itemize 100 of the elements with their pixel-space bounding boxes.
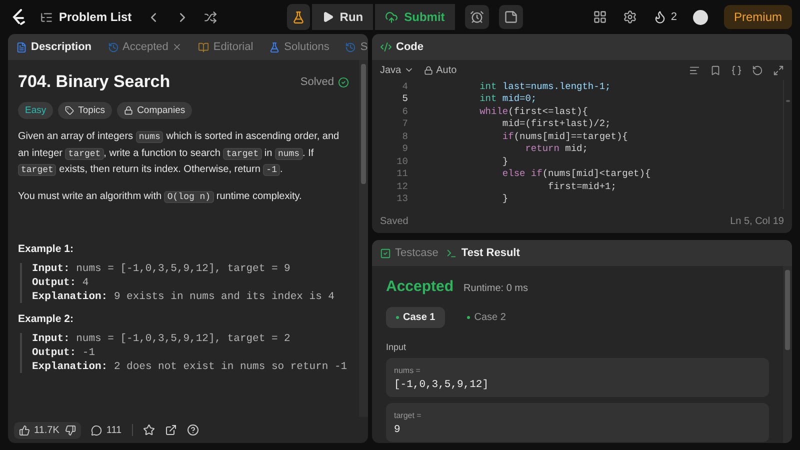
problem-list-link[interactable]: Problem List: [59, 10, 132, 24]
input-name: target =: [394, 411, 422, 420]
tab-icon: [16, 42, 27, 52]
code-line: int mid=0;: [478, 93, 537, 104]
example-title: Example 1:: [18, 243, 74, 255]
example-title: Example 2:: [18, 313, 74, 325]
tag-chip[interactable]: Topics: [58, 102, 112, 119]
tab-icon: [345, 42, 356, 52]
settings-icon: [622, 10, 637, 24]
tag-chip[interactable]: Companies: [117, 102, 192, 119]
play-icon: [322, 11, 334, 23]
tag-chip[interactable]: Easy: [18, 102, 54, 119]
shuffle-icon: [204, 10, 217, 24]
list-icon[interactable]: [40, 10, 53, 24]
case-tab[interactable]: Case 2: [457, 307, 516, 328]
example-line: Explanation: 2 does not exist in nums so return -1: [32, 361, 348, 373]
bookmark-icon[interactable]: [710, 64, 721, 76]
description-text: Given an array of integers nums which is sorted in ascending order, and an integer target , write a function to search target in nums . If target exists, then return its index. Otherwise, return -1 .: [18, 130, 340, 178]
comments-button[interactable]: 111: [91, 424, 122, 436]
example-line: Input: nums = [-1,0,3,5,9,12], target = 9: [32, 263, 292, 275]
notes-button[interactable]: [498, 5, 523, 29]
streak-counter[interactable]: 2: [652, 10, 677, 24]
description-text: You must write an algorithm with O(log n) runtime complexity.: [18, 190, 303, 204]
input-name: nums =: [394, 366, 422, 375]
status-dot: [467, 316, 470, 319]
code-line: mid=(first+last)/2;: [501, 118, 611, 130]
panel-tab[interactable]: Testcase: [380, 247, 438, 259]
line-number: 11: [396, 168, 408, 180]
flame-icon: [652, 10, 667, 24]
scrollbar[interactable]: [783, 266, 792, 443]
cloud-upload-icon: [385, 10, 398, 24]
avatar[interactable]: [693, 10, 708, 24]
tab-icon: [108, 42, 119, 52]
panel-tab[interactable]: S: [345, 41, 368, 53]
code-tab[interactable]: Code: [380, 41, 424, 53]
saved-status: Saved: [380, 216, 408, 226]
tab-icon: [380, 248, 391, 258]
debug-button[interactable]: [286, 4, 310, 30]
format-icon[interactable]: [689, 64, 700, 76]
layout-button[interactable]: [592, 10, 607, 24]
line-number: 12: [396, 180, 408, 192]
input-value: 9: [394, 424, 402, 436]
example-line: Output: -1: [32, 347, 96, 359]
help-button[interactable]: [186, 424, 199, 436]
panel-tab[interactable]: Accepted: [108, 41, 182, 53]
premium-button[interactable]: Premium: [724, 5, 792, 29]
tab-icon: [269, 42, 280, 52]
code-line: if(nums[mid]==target){: [501, 130, 628, 142]
line-number: 9: [401, 143, 408, 154]
scrollbar[interactable]: [783, 80, 792, 209]
code-line: }: [501, 193, 508, 204]
case-tab[interactable]: Case 1: [386, 307, 446, 328]
like-button[interactable]: 11.7K: [19, 424, 60, 436]
code-line: }: [501, 156, 508, 167]
mode-button[interactable]: Auto: [424, 64, 457, 76]
share-icon: [164, 424, 177, 436]
panel-tab[interactable]: Description: [16, 41, 92, 53]
thumbs-down-icon: [65, 424, 76, 436]
expand-icon[interactable]: [773, 64, 784, 76]
scrollbar[interactable]: [359, 60, 368, 417]
share-button[interactable]: [164, 424, 177, 436]
code-line: while(first<=last){: [478, 106, 588, 117]
timer-button[interactable]: [464, 5, 489, 29]
language-dropdown[interactable]: Java: [380, 64, 414, 76]
code-line: int last=nums.length-1;: [478, 80, 611, 92]
braces-icon[interactable]: [731, 64, 742, 76]
thumbs-up-icon: [19, 424, 30, 436]
dislike-button[interactable]: [65, 424, 76, 436]
line-number: 6: [401, 106, 408, 117]
lock-icon: [424, 66, 434, 74]
run-button[interactable]: Run: [312, 4, 374, 30]
runtime: Runtime: 0 ms: [464, 283, 528, 294]
code-icon: [380, 41, 392, 53]
settings-button[interactable]: [622, 10, 637, 24]
code-line: first=mid+1;: [547, 180, 616, 192]
panel-tab[interactable]: Solutions: [269, 41, 330, 53]
line-number: 10: [396, 156, 408, 167]
tab-icon: [446, 248, 458, 258]
reset-icon[interactable]: [752, 64, 763, 76]
shuffle-button[interactable]: [204, 10, 217, 24]
check-icon: [338, 76, 349, 88]
problem-title: 704. Binary Search: [18, 72, 170, 92]
submit-button[interactable]: Submit: [375, 4, 455, 30]
note-icon: [504, 10, 518, 24]
input-value: [-1,0,3,5,9,12]: [394, 379, 490, 391]
flask-icon: [292, 10, 305, 24]
panel-tab[interactable]: Test Result: [446, 247, 520, 259]
logo-icon[interactable]: [12, 8, 26, 26]
line-number: 4: [401, 80, 408, 92]
star-icon: [142, 424, 155, 436]
code-line: return mid;: [524, 143, 588, 154]
code-line: else if(nums[mid]<target){: [501, 168, 651, 180]
verdict: Accepted: [386, 278, 454, 295]
panel-tab[interactable]: Editorial: [198, 41, 254, 53]
cursor-position: Ln 5, Col 19: [730, 216, 784, 226]
help-icon: [186, 424, 199, 436]
close-icon[interactable]: [172, 42, 182, 52]
grid-icon: [592, 10, 607, 24]
star-button[interactable]: [142, 424, 155, 436]
example-line: Input: nums = [-1,0,3,5,9,12], target = 2: [32, 333, 292, 345]
